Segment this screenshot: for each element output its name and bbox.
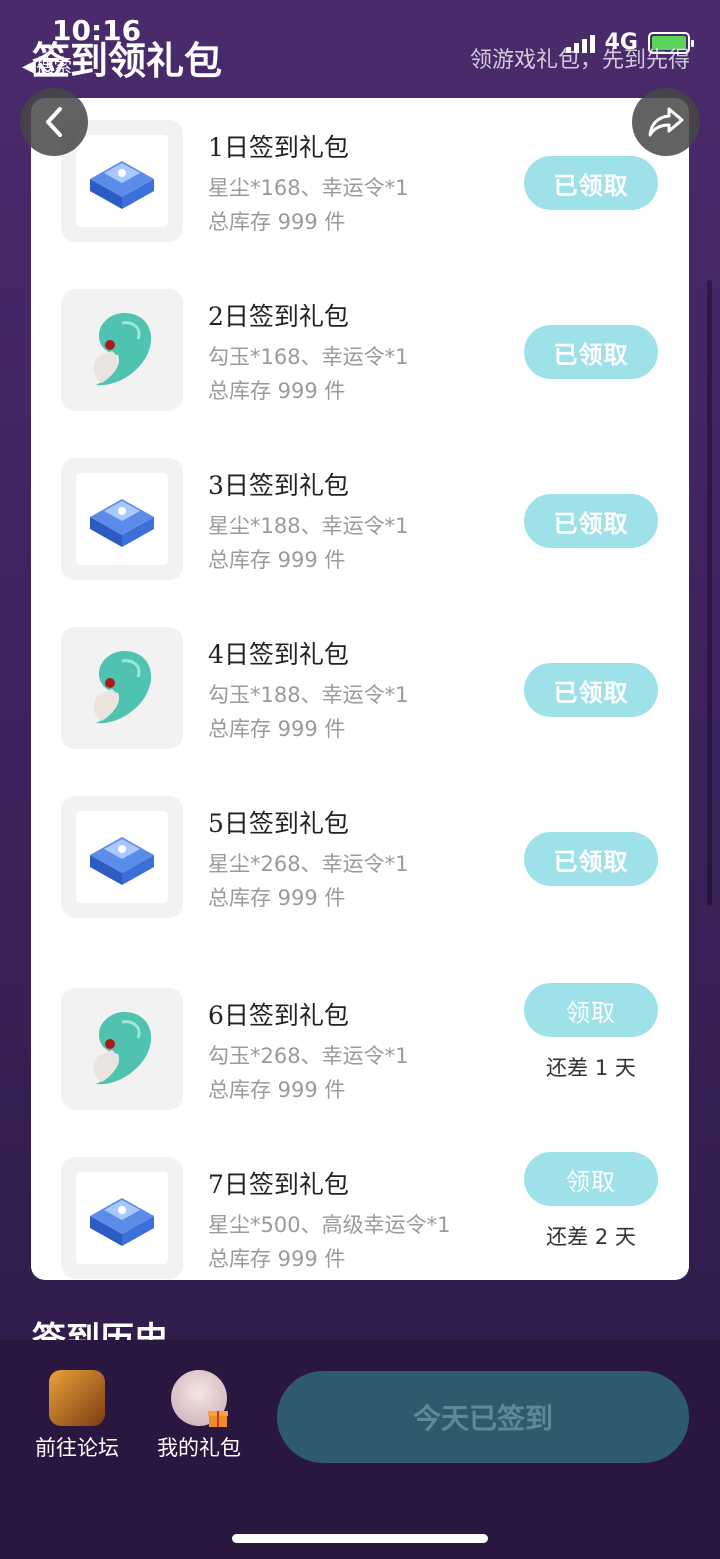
- jade-magatama-icon: [93, 313, 152, 386]
- share-button[interactable]: [632, 88, 700, 156]
- history-section-title: 签到历史: [32, 1320, 168, 1342]
- gift-thumbnail: [61, 289, 183, 411]
- gift-row: 1日签到礼包 星尘*168、幸运令*1 总库存 999 件 已领取: [31, 98, 689, 267]
- gift-title: 4日签到礼包: [208, 640, 349, 669]
- gift-thumbnail: [61, 458, 183, 580]
- my-gifts-link[interactable]: 我的礼包: [144, 1370, 254, 1462]
- gift-description: 勾玉*268、幸运令*1: [208, 1044, 409, 1068]
- claimed-button[interactable]: 已领取: [524, 156, 658, 210]
- gift-stock: 总库存 999 件: [208, 1247, 346, 1271]
- my-gifts-label: 我的礼包: [157, 1436, 241, 1460]
- jade-magatama-icon: [93, 651, 152, 724]
- crystal-chest-icon: [90, 161, 154, 209]
- scrollbar[interactable]: [707, 280, 712, 906]
- gift-stock: 总库存 999 件: [208, 548, 346, 572]
- gift-description: 勾玉*188、幸运令*1: [208, 683, 409, 707]
- panda-avatar-icon: [49, 1370, 105, 1426]
- home-indicator[interactable]: [232, 1534, 488, 1543]
- gift-description: 星尘*168、幸运令*1: [208, 176, 409, 200]
- gift-title: 3日签到礼包: [208, 471, 349, 500]
- gift-stock: 总库存 999 件: [208, 717, 346, 741]
- gift-thumbnail: [61, 796, 183, 918]
- page-subtitle: 领游戏礼包，先到先得: [469, 48, 690, 73]
- jade-magatama-icon: [93, 1012, 152, 1085]
- gift-thumbnail: [61, 988, 183, 1110]
- gift-stock: 总库存 999 件: [208, 886, 346, 910]
- claimed-button[interactable]: 已领取: [524, 832, 658, 886]
- gift-title: 5日签到礼包: [208, 809, 349, 838]
- forum-link[interactable]: 前往论坛: [22, 1370, 132, 1462]
- claimed-button[interactable]: 已领取: [524, 494, 658, 548]
- gift-description: 星尘*268、幸运令*1: [208, 852, 409, 876]
- gift-row: 2日签到礼包 勾玉*168、幸运令*1 总库存 999 件 已领取: [31, 267, 689, 436]
- page-title: 签到领礼包: [32, 39, 223, 83]
- chevron-left-icon: [46, 107, 62, 137]
- gift-box-icon: [208, 1411, 228, 1427]
- days-remaining: 还差 1 天: [546, 1056, 636, 1080]
- claimed-button[interactable]: 已领取: [524, 663, 658, 717]
- back-button[interactable]: [20, 88, 88, 156]
- gift-thumbnail: [61, 627, 183, 749]
- crystal-chest-icon: [90, 1198, 154, 1246]
- claim-button[interactable]: 领取: [524, 983, 658, 1037]
- share-arrow-icon: [648, 107, 684, 137]
- gift-list-card: 1日签到礼包 星尘*168、幸运令*1 总库存 999 件 已领取 2日签到礼包…: [31, 98, 689, 1280]
- days-remaining: 还差 2 天: [546, 1225, 636, 1249]
- character-avatar-icon: [171, 1370, 228, 1427]
- crystal-chest-icon: [90, 499, 154, 547]
- gift-row: 5日签到礼包 星尘*268、幸运令*1 总库存 999 件 已领取: [31, 774, 689, 943]
- gift-row: 6日签到礼包 勾玉*268、幸运令*1 总库存 999 件 领取 还差 1 天: [31, 966, 689, 1135]
- crystal-chest-icon: [90, 837, 154, 885]
- gift-title: 2日签到礼包: [208, 302, 349, 331]
- gift-stock: 总库存 999 件: [208, 379, 346, 403]
- gift-stock: 总库存 999 件: [208, 1078, 346, 1102]
- gift-title: 1日签到礼包: [208, 133, 349, 162]
- gift-description: 星尘*188、幸运令*1: [208, 514, 409, 538]
- gift-row: 3日签到礼包 星尘*188、幸运令*1 总库存 999 件 已领取: [31, 436, 689, 605]
- claim-button[interactable]: 领取: [524, 1152, 658, 1206]
- checked-in-button[interactable]: 今天已签到: [277, 1371, 689, 1463]
- gift-row: 4日签到礼包 勾玉*188、幸运令*1 总库存 999 件 已领取: [31, 605, 689, 774]
- gift-description: 勾玉*168、幸运令*1: [208, 345, 409, 369]
- gift-row: 7日签到礼包 星尘*500、高级幸运令*1 总库存 999 件 领取 还差 2 …: [31, 1135, 689, 1280]
- forum-label: 前往论坛: [35, 1436, 119, 1460]
- gift-title: 6日签到礼包: [208, 1001, 349, 1030]
- gift-stock: 总库存 999 件: [208, 210, 346, 234]
- bottom-bar: 前往论坛 我的礼包 今天已签到: [0, 1340, 720, 1559]
- gift-thumbnail: [61, 1157, 183, 1279]
- gift-description: 星尘*500、高级幸运令*1: [208, 1213, 451, 1237]
- gift-title: 7日签到礼包: [208, 1170, 349, 1199]
- claimed-button[interactable]: 已领取: [524, 325, 658, 379]
